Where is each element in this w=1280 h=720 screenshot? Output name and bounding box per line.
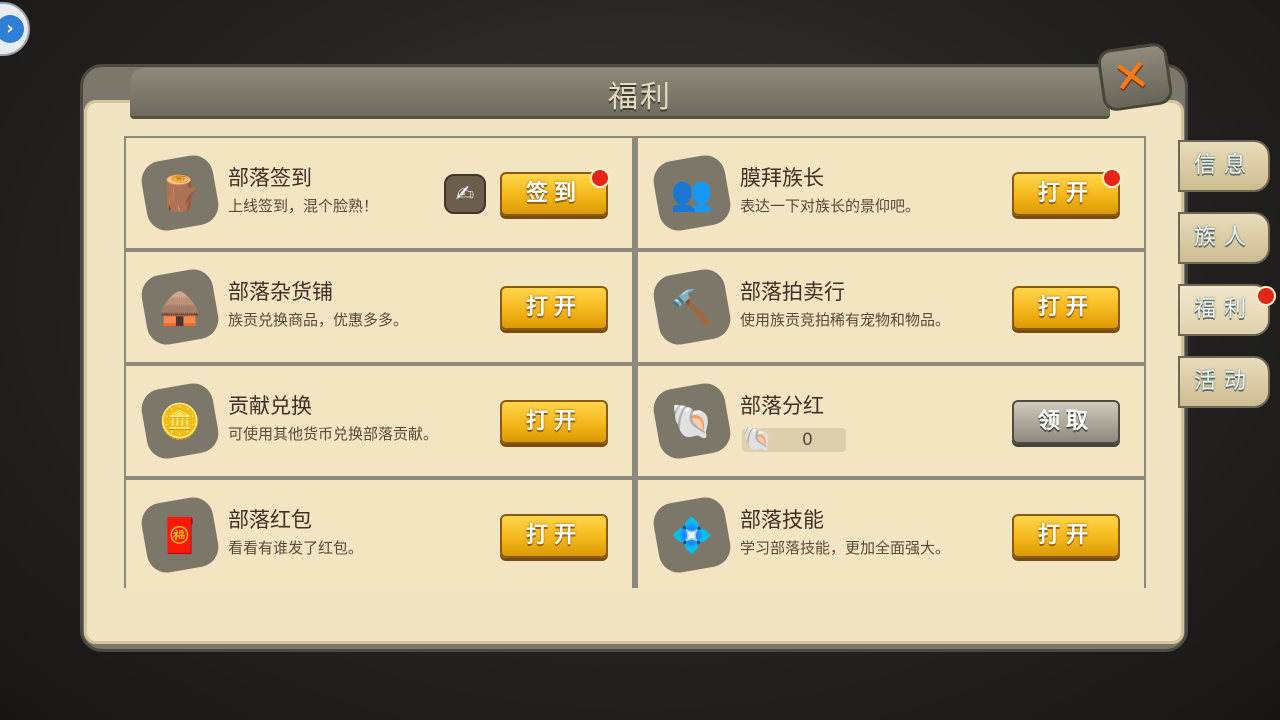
open-button[interactable]: 打开 [500,514,608,558]
notification-badge [1102,168,1122,188]
item-desc: 使用族贡竞拍稀有宠物和物品。 [740,311,951,329]
shop-icon: 🛖 [158,288,202,328]
item-title: 膜拜族长 [740,166,824,190]
tab-members[interactable]: 族人 [1178,212,1270,264]
item-desc: 上线签到，混个脸熟！ [228,197,379,215]
coin-exchange-icon: 🪙 [158,402,202,442]
item-desc: 看看有谁发了红包。 [228,539,364,557]
item-title: 贡献兑换 [228,394,312,418]
item-title: 部落分红 [740,394,824,418]
item-auction-house: 🔨 部落拍卖行 使用族贡竞拍稀有宠物和物品。 打开 [638,252,1144,362]
chevron-right-icon: › [0,15,24,43]
sign-in-icon[interactable]: ✍ [444,174,486,214]
item-desc: 学习部落技能，更加全面强大。 [740,539,951,557]
page-title: 福利 [608,80,672,115]
side-menu-toggle[interactable]: › [0,2,30,56]
hammer-icon: 🔨 [670,288,714,328]
item-desc: 可使用其他货币兑换部落贡献。 [228,425,439,443]
item-tribe-dividend: 🐚 部落分红 🐚 0 领取 [638,366,1144,476]
shells-icon: 🐚 [670,402,714,442]
open-button[interactable]: 打开 [500,286,608,330]
item-title: 部落拍卖行 [740,280,845,304]
open-button[interactable]: 打开 [500,400,608,444]
open-button[interactable]: 打开 [1012,514,1120,558]
notification-badge [590,168,610,188]
item-desc: 族贡兑换商品，优惠多多。 [228,311,409,329]
tab-info[interactable]: 信息 [1178,140,1270,192]
red-envelope-icon: 🧧 [158,516,202,556]
notification-badge [1256,286,1276,306]
chief-icon: 👥 [670,174,714,214]
item-red-envelope: 🧧 部落红包 看看有谁发了红包。 打开 [126,480,632,590]
welfare-grid: 🪵 部落签到 上线签到，混个脸熟！ ✍ 签到 👥 膜拜族长 表达一下对族长的景仰… [124,136,1146,590]
shell-count: 0 [802,430,813,450]
tab-events[interactable]: 活动 [1178,356,1270,408]
close-button[interactable]: ✕ [1096,41,1174,113]
claim-button[interactable]: 领取 [1012,400,1120,444]
item-general-store: 🛖 部落杂货铺 族贡兑换商品，优惠多多。 打开 [126,252,632,362]
skill-icon: 💠 [670,516,714,556]
item-contribution-exchange: 🪙 贡献兑换 可使用其他货币兑换部落贡献。 打开 [126,366,632,476]
item-tribe-skills: 💠 部落技能 学习部落技能，更加全面强大。 打开 [638,480,1144,590]
item-title: 部落杂货铺 [228,280,333,304]
item-title: 部落红包 [228,508,312,532]
item-title: 部落签到 [228,166,312,190]
stick-icon: 🪵 [158,174,202,214]
shell-counter: 🐚 0 [742,425,846,453]
item-title: 部落技能 [740,508,824,532]
open-button[interactable]: 打开 [1012,286,1120,330]
item-desc: 表达一下对族长的景仰吧。 [740,197,921,215]
close-icon: ✕ [1109,49,1154,105]
shell-icon: 🐚 [742,425,772,453]
item-tribe-sign-in: 🪵 部落签到 上线签到，混个脸熟！ ✍ 签到 [126,138,632,248]
item-worship-chief: 👥 膜拜族长 表达一下对族长的景仰吧。 打开 [638,138,1144,248]
